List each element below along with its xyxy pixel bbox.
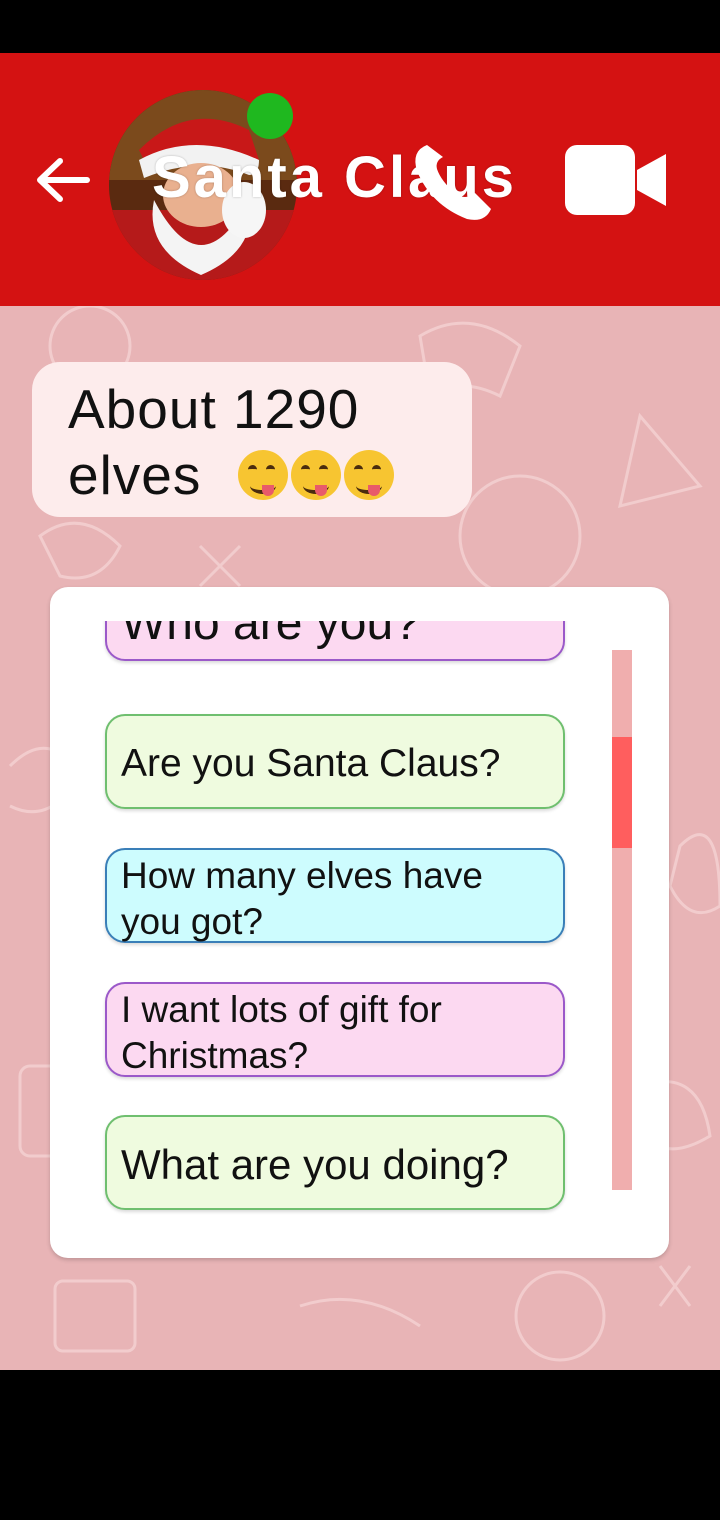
option-who-are-you[interactable]: Who are you? [105,621,565,661]
yum-emoji [290,450,341,500]
navigation-bar [0,1370,720,1520]
scrollbar-track[interactable] [612,650,632,1190]
option-how-many-elves[interactable]: How many elves have you got? [105,848,565,943]
scrollbar-thumb[interactable] [612,737,632,848]
message-text-line2: elves [68,444,202,506]
option-want-lots-of-gifts[interactable]: I want lots of gift for Christmas? [105,982,565,1077]
arrow-left-icon [37,158,90,202]
message-text-line1: About 1290 [68,378,360,440]
received-message-bubble: About 1290 elves [32,362,472,517]
option-are-you-santa[interactable]: Are you Santa Claus? [105,714,565,809]
chat-area[interactable]: About 1290 elves Who are you? Are you Sa… [0,306,720,1370]
question-options-panel: Who are you? Are you Santa Claus? How ma… [50,587,669,1258]
video-call-button[interactable] [563,140,668,220]
online-status-dot [247,93,293,139]
video-camera-icon [565,145,666,215]
yum-emoji [237,450,288,500]
phone-icon [415,145,491,220]
option-what-are-you-doing[interactable]: What are you doing? [105,1115,565,1210]
yum-emoji [343,450,394,500]
voice-call-button[interactable] [405,135,505,225]
question-list[interactable]: Who are you? Are you Santa Claus? How ma… [50,621,610,1231]
back-button[interactable] [30,150,94,210]
status-bar [0,0,720,53]
